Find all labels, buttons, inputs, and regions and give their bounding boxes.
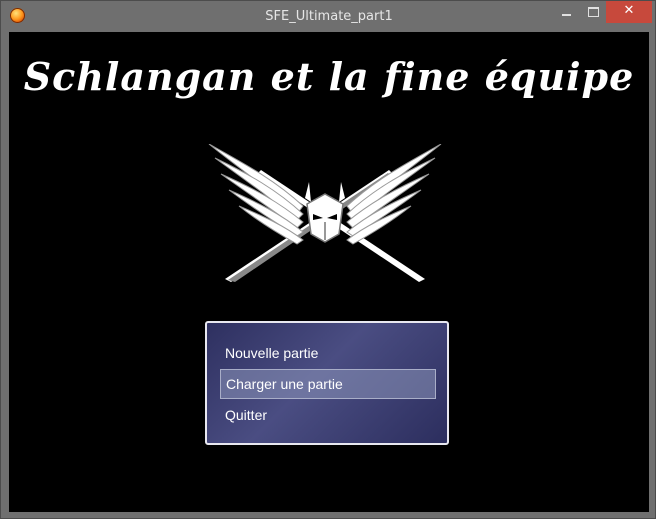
- menu-item-load-game[interactable]: Charger une partie: [220, 369, 436, 399]
- game-window: SFE_Ultimate_part1 ✕ Schlangan et la fin…: [0, 0, 656, 519]
- minimize-icon: [562, 14, 571, 16]
- winged-helmet-crossed-swords-icon: [208, 144, 442, 282]
- title-bar[interactable]: SFE_Ultimate_part1 ✕: [1, 1, 656, 31]
- right-wing: [346, 144, 442, 245]
- close-button[interactable]: ✕: [606, 1, 652, 23]
- left-wing: [208, 144, 304, 245]
- close-icon: ✕: [623, 3, 635, 18]
- title-menu: Nouvelle partie Charger une partie Quitt…: [205, 321, 449, 445]
- menu-item-new-game[interactable]: Nouvelle partie: [220, 339, 436, 369]
- menu-item-quit[interactable]: Quitter: [220, 401, 436, 431]
- minimize-button[interactable]: [552, 1, 580, 23]
- game-title: Schlangan et la fine équipe: [23, 54, 635, 99]
- maximize-button[interactable]: [580, 1, 606, 23]
- game-screen: Schlangan et la fine équipe Nouvelle par…: [9, 32, 649, 512]
- maximize-icon: [588, 7, 599, 17]
- helmet: [305, 182, 345, 243]
